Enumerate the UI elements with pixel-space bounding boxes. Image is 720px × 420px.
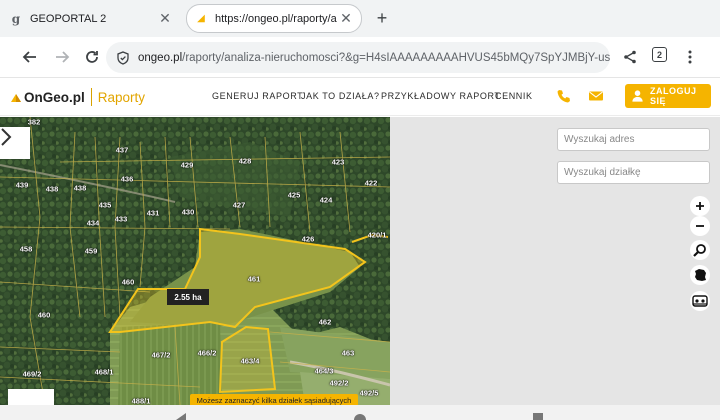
nav-generate-report[interactable]: GENERUJ RAPORT [212, 91, 303, 101]
tab-strip: g GEOPORTAL 2 ✕ ◢ https://ongeo.pl/rapor… [0, 0, 720, 37]
parcel-label: 461 [247, 274, 261, 284]
area-badge: 2.55 ha [167, 289, 209, 305]
parcel-label: 426 [301, 234, 315, 244]
minus-icon [696, 225, 704, 227]
home-circle-icon[interactable] [354, 413, 366, 420]
parcel-label: 462 [318, 317, 332, 327]
parcel-label: 488/1 [131, 396, 151, 406]
parcel-label: 435 [98, 200, 112, 210]
new-tab-icon[interactable]: + [372, 8, 392, 28]
parcel-label: 436 [120, 174, 134, 184]
tab-title: GEOPORTAL 2 [30, 12, 107, 25]
parcel-label: 466/2 [197, 348, 217, 358]
g-icon: g [11, 11, 21, 26]
magnifier-icon [693, 244, 706, 257]
back-triangle-icon[interactable] [176, 413, 186, 420]
site-info-icon[interactable] [116, 50, 130, 66]
map-attribution [8, 389, 54, 405]
close-icon[interactable]: ✕ [337, 10, 355, 28]
map-view[interactable]: 382 437 429 428 423 439 438 438 436 422 … [0, 117, 390, 405]
parcel-label: 429 [180, 160, 194, 170]
selection-hint: Możesz zaznaczyć kilka działek sąsiadują… [190, 394, 358, 405]
zoom-out-button[interactable] [690, 216, 710, 236]
url-text: ongeo.pl/raporty/analiza-nieruchomosci?&… [138, 52, 610, 64]
logo[interactable]: OnGeo.pl Raporty [10, 88, 145, 106]
parcel-label: 438 [73, 183, 87, 193]
plus-icon [696, 202, 704, 210]
url-domain: ongeo.pl [138, 51, 183, 64]
parcel-label: 422 [364, 178, 378, 188]
parcel-label: 467/2 [151, 350, 171, 360]
parcel-label: 463/4 [240, 356, 260, 366]
reload-icon[interactable] [80, 45, 104, 69]
brand-name: OnGeo.pl [24, 89, 85, 105]
parcel-label: 492/2 [329, 378, 349, 388]
parcel-label: 437 [115, 145, 129, 155]
share-icon[interactable] [618, 45, 642, 69]
parcel-label: 430 [181, 207, 195, 217]
parcel-label: 420/1 [367, 230, 387, 240]
tab-count-button[interactable]: 2 [652, 47, 667, 62]
site-header: OnGeo.pl Raporty GENERUJ RAPORT JAK TO D… [0, 78, 720, 116]
menu-icon[interactable] [678, 45, 702, 69]
parcel-label: 423 [331, 157, 345, 167]
address-bar[interactable]: ongeo.pl/raporty/analiza-nieruchomosci?&… [106, 42, 610, 73]
ongeo-logo-icon [11, 94, 21, 102]
parcel-label: 431 [146, 208, 160, 218]
chevron-right-icon [1, 128, 12, 146]
parcel-label: 424 [319, 195, 333, 205]
parcel-label: 427 [232, 200, 246, 210]
parcel-label: 458 [19, 244, 33, 254]
parcel-label: 492/5 [359, 388, 379, 398]
brand-sub: Raporty [97, 89, 146, 105]
browser-tab-ongeo[interactable]: ◢ https://ongeo.pl/raporty/analiza ✕ [186, 4, 362, 33]
recents-square-icon[interactable] [533, 413, 543, 420]
parcel-label: 459 [84, 246, 98, 256]
parcel-label: 438 [45, 184, 59, 194]
phone-icon[interactable] [556, 88, 572, 104]
mail-icon[interactable] [588, 88, 604, 104]
login-button[interactable]: ZALOGUJ SIĘ [625, 84, 711, 108]
parcel-label: 464/3 [314, 366, 334, 376]
expand-panel-button[interactable] [0, 127, 30, 159]
parcel-label: 382 [27, 117, 41, 127]
parcel-label: 460 [121, 277, 135, 287]
parcel-label: 463 [341, 348, 355, 358]
layers-button[interactable] [690, 291, 710, 311]
parcel-label: 434 [86, 218, 100, 228]
login-label: ZALOGUJ SIĘ [650, 86, 697, 106]
url-path: /raporty/analiza-nieruchomosci?&g=H4sIAA… [182, 51, 610, 64]
browser-toolbar: ongeo.pl/raporty/analiza-nieruchomosci?&… [0, 37, 720, 78]
ongeo-icon: ◢ [197, 13, 205, 24]
parcel-search-input[interactable]: Wyszukaj działkę [557, 161, 710, 184]
right-panel: Wyszukaj adres Wyszukaj działkę [390, 117, 720, 405]
parcel-label: 468/1 [94, 367, 114, 377]
user-icon [632, 90, 643, 102]
forward-icon[interactable] [50, 45, 74, 69]
parcel-label: 428 [238, 156, 252, 166]
country-view-button[interactable] [690, 265, 710, 285]
system-nav-bar [0, 405, 720, 420]
nav-pricing[interactable]: CENNIK [495, 91, 533, 101]
layers-icon [692, 295, 708, 307]
parcel-label: 425 [287, 190, 301, 200]
nav-how-it-works[interactable]: JAK TO DZIAŁA? [301, 91, 380, 101]
parcel-label: 433 [114, 214, 128, 224]
poland-map-icon [695, 269, 706, 281]
parcel-label: 469/2 [22, 369, 42, 379]
nav-sample-report[interactable]: PRZYKŁADOWY RAPORT [381, 91, 501, 101]
logo-divider [90, 88, 92, 106]
browser-tab-geoportal[interactable]: g GEOPORTAL 2 ✕ [0, 4, 180, 33]
address-search-input[interactable]: Wyszukaj adres [557, 128, 710, 151]
search-zoom-button[interactable] [690, 240, 710, 260]
parcel-label: 460 [37, 310, 51, 320]
zoom-in-button[interactable] [690, 196, 710, 216]
tab-title: https://ongeo.pl/raporty/analiza [215, 12, 337, 25]
back-icon[interactable] [18, 45, 42, 69]
parcel-label: 439 [15, 180, 29, 190]
close-icon[interactable]: ✕ [156, 10, 174, 28]
